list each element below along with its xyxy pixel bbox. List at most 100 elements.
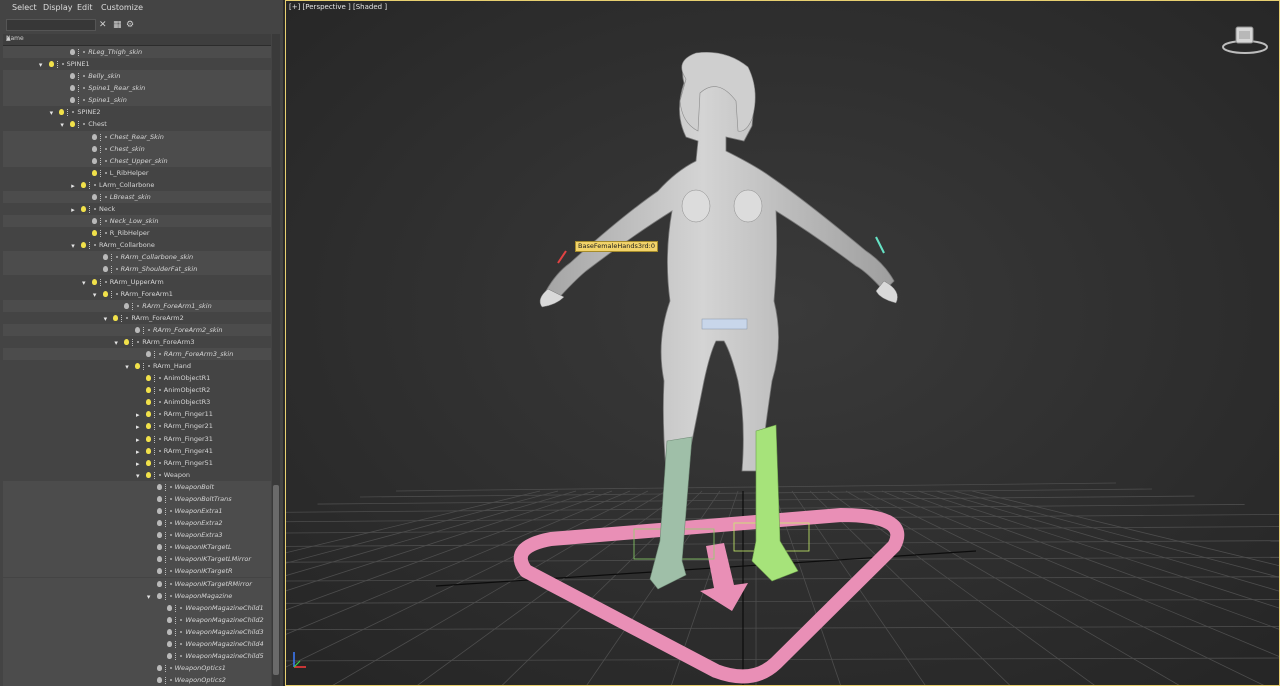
visibility-bulb-icon[interactable] [145, 423, 151, 430]
freeze-toggle-icon[interactable] [153, 399, 157, 407]
freeze-toggle-icon[interactable] [164, 532, 168, 540]
visibility-bulb-icon[interactable] [124, 338, 130, 345]
freeze-toggle-icon[interactable] [110, 290, 114, 298]
visibility-bulb-icon[interactable] [135, 326, 140, 333]
visibility-bulb-icon[interactable] [145, 399, 151, 406]
tree-row[interactable]: RArm_ShoulderFat_skin [3, 263, 271, 276]
freeze-toggle-icon[interactable] [164, 483, 168, 491]
tree-row[interactable]: WeaponIKTargetLMirror [3, 553, 271, 566]
tree-row[interactable]: R_RibHelper [3, 227, 271, 239]
visibility-bulb-icon[interactable] [145, 375, 151, 382]
freeze-toggle-icon[interactable] [175, 653, 178, 660]
tree-row[interactable]: Chest_skin [3, 142, 271, 155]
freeze-toggle-icon[interactable] [153, 459, 157, 467]
visibility-bulb-icon[interactable] [70, 97, 76, 104]
visibility-bulb-icon[interactable] [156, 508, 162, 515]
visibility-bulb-icon[interactable] [91, 230, 97, 237]
freeze-toggle-icon[interactable] [99, 193, 103, 201]
tree-row[interactable]: Spine1_skin [3, 94, 271, 107]
freeze-toggle-icon[interactable] [164, 520, 168, 528]
visibility-bulb-icon[interactable] [81, 206, 86, 213]
freeze-toggle-icon[interactable] [164, 556, 168, 564]
viewcube-icon[interactable] [1220, 23, 1270, 57]
visibility-bulb-icon[interactable] [145, 435, 151, 442]
freeze-toggle-icon[interactable] [164, 580, 168, 588]
tree-row[interactable]: AnimObjectR1 [3, 372, 271, 384]
visibility-bulb-icon[interactable] [156, 592, 162, 599]
tree-row[interactable]: ▸ Neck [3, 203, 271, 215]
freeze-toggle-icon[interactable] [143, 363, 146, 371]
tree-row[interactable]: ▾ WeaponMagazine [3, 589, 271, 602]
freeze-toggle-icon[interactable] [175, 616, 178, 624]
search-input[interactable] [6, 19, 96, 31]
freeze-toggle-icon[interactable] [78, 85, 81, 93]
freeze-toggle-icon[interactable] [153, 387, 157, 395]
freeze-toggle-icon[interactable] [153, 411, 157, 419]
freeze-toggle-icon[interactable] [78, 49, 81, 56]
visibility-bulb-icon[interactable] [91, 193, 97, 200]
freeze-toggle-icon[interactable] [67, 109, 70, 117]
visibility-bulb-icon[interactable] [59, 109, 65, 116]
viewport-label[interactable]: [+] [Perspective ] [Shaded ] [289, 3, 387, 11]
tree-row[interactable]: ▾ RArm_Hand [3, 360, 271, 372]
freeze-toggle-icon[interactable] [89, 181, 92, 189]
visibility-bulb-icon[interactable] [145, 447, 151, 454]
tree-row[interactable]: ▾ RArm_UpperArm [3, 276, 271, 288]
menu-display[interactable]: Display [43, 3, 73, 12]
tree-row[interactable]: RArm_Collarbone_skin [3, 251, 271, 264]
visibility-bulb-icon[interactable] [156, 520, 162, 527]
visibility-bulb-icon[interactable] [70, 73, 76, 80]
clear-search-icon[interactable]: ✕ [99, 20, 107, 31]
visibility-bulb-icon[interactable] [167, 604, 173, 611]
tree-row[interactable]: ▸ RArm_Finger51 [3, 457, 271, 469]
tree-row[interactable]: ▸ RArm_Finger21 [3, 420, 271, 432]
freeze-toggle-icon[interactable] [164, 592, 168, 600]
tree-row[interactable]: AnimObjectR2 [3, 384, 271, 396]
tree-row[interactable]: WeaponExtra2 [3, 517, 271, 530]
tree-row[interactable]: ▾ RArm_ForeArm2 [3, 312, 271, 324]
visibility-bulb-icon[interactable] [156, 556, 162, 563]
visibility-bulb-icon[interactable] [70, 49, 76, 55]
tree-row[interactable]: ▸ RArm_Finger41 [3, 445, 271, 457]
tree-row[interactable]: LBreast_skin [3, 190, 271, 203]
freeze-toggle-icon[interactable] [164, 677, 168, 685]
freeze-toggle-icon[interactable] [132, 302, 135, 310]
visibility-bulb-icon[interactable] [91, 169, 97, 176]
visibility-bulb-icon[interactable] [91, 145, 97, 152]
visibility-bulb-icon[interactable] [145, 351, 151, 357]
freeze-toggle-icon[interactable] [78, 97, 81, 105]
visibility-bulb-icon[interactable] [48, 61, 54, 68]
visibility-bulb-icon[interactable] [91, 278, 97, 285]
freeze-toggle-icon[interactable] [153, 423, 157, 431]
freeze-toggle-icon[interactable] [164, 665, 168, 673]
visibility-bulb-icon[interactable] [91, 133, 97, 140]
visibility-bulb-icon[interactable] [135, 363, 140, 370]
tree-row[interactable]: WeaponOptics2 [3, 674, 271, 686]
visibility-bulb-icon[interactable] [156, 568, 162, 575]
tree-row[interactable]: WeaponMagazineChild4 [3, 637, 271, 650]
freeze-toggle-icon[interactable] [89, 206, 92, 214]
tree-row[interactable]: WeaponBoltTrans [3, 492, 271, 505]
freeze-toggle-icon[interactable] [153, 447, 157, 455]
tree-row[interactable]: ▸ RArm_Finger11 [3, 408, 271, 420]
freeze-toggle-icon[interactable] [164, 544, 168, 552]
tree-row[interactable]: WeaponIKTargetL [3, 541, 271, 554]
visibility-bulb-icon[interactable] [167, 653, 173, 659]
freeze-toggle-icon[interactable] [164, 568, 168, 576]
tree-row[interactable]: ▸ LArm_Collarbone [3, 179, 271, 191]
settings-icon[interactable]: ⚙ [126, 20, 134, 31]
freeze-toggle-icon[interactable] [99, 169, 103, 177]
visibility-bulb-icon[interactable] [156, 532, 162, 539]
tree-row[interactable]: ▾ RArm_Collarbone [3, 239, 271, 251]
freeze-toggle-icon[interactable] [99, 145, 103, 153]
tree-row[interactable]: WeaponMagazineChild3 [3, 625, 271, 638]
visibility-bulb-icon[interactable] [124, 302, 130, 309]
freeze-toggle-icon[interactable] [78, 121, 81, 129]
visibility-bulb-icon[interactable] [113, 314, 119, 321]
freeze-toggle-icon[interactable] [164, 508, 168, 516]
menu-select[interactable]: Select [12, 3, 37, 12]
freeze-toggle-icon[interactable] [153, 375, 157, 383]
tree-row[interactable]: WeaponIKTargetR [3, 565, 271, 578]
visibility-bulb-icon[interactable] [167, 616, 173, 623]
tree-row[interactable]: WeaponMagazineChild1 [3, 601, 271, 614]
